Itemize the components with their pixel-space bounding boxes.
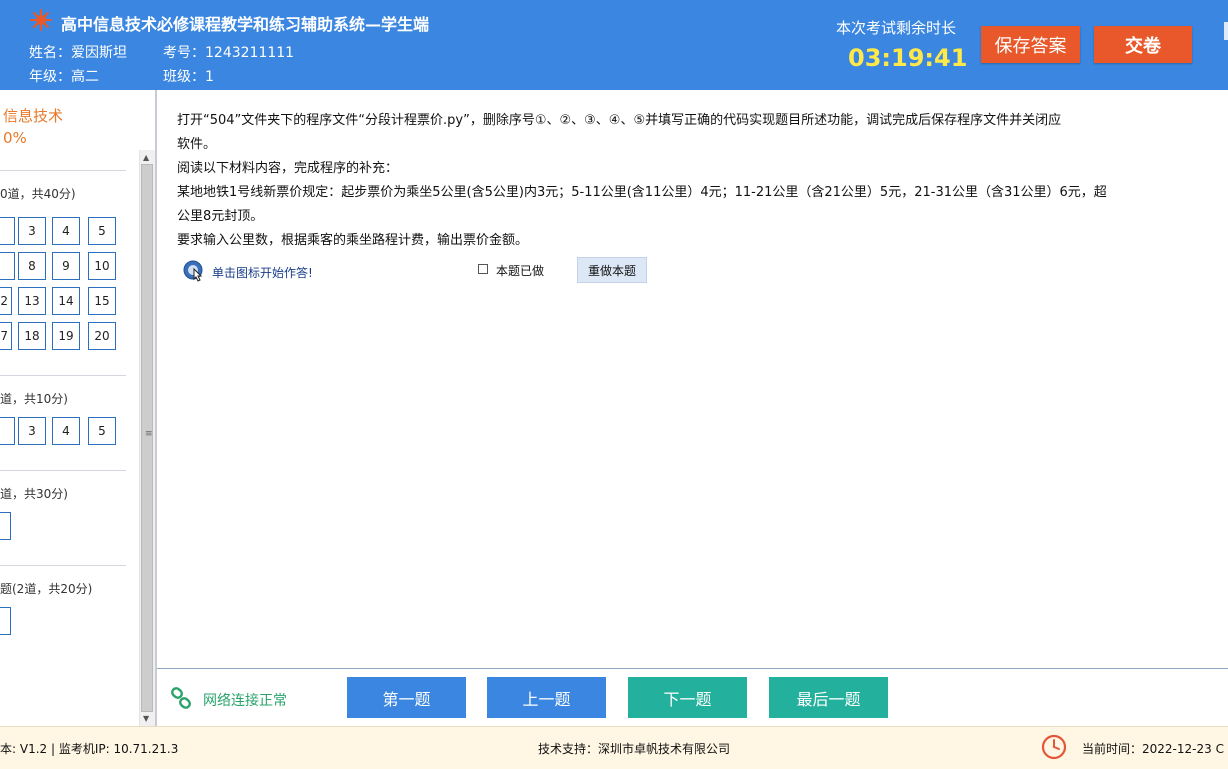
question-number-box[interactable]: 19 [52, 322, 80, 350]
link-icon [171, 687, 191, 709]
tech-support: 技术支持：深圳市卓帆技术有限公司 [538, 742, 731, 756]
snowflake-logo-icon [30, 9, 52, 31]
question-number-box[interactable] [0, 607, 11, 635]
question-number-box[interactable]: 15 [88, 287, 116, 315]
scroll-up-arrow-icon[interactable]: ▲ [143, 153, 149, 162]
id-label: 考号： [163, 45, 205, 61]
grip-icon: ≡ [145, 429, 153, 439]
hand-pointer-icon[interactable] [183, 260, 205, 282]
current-time-value: 2022-12-23 C [1142, 742, 1224, 756]
student-id: 考号：1243211111 [163, 42, 294, 62]
question-number-box[interactable]: 5 [88, 417, 116, 445]
question-nav-bar: 网络连接正常 第一题 上一题 下一题 最后一题 [157, 669, 1228, 726]
name-value: 爱因斯坦 [71, 45, 127, 61]
progress-percent: 0% [3, 129, 27, 147]
class-value: 1 [205, 69, 214, 85]
question-number-box[interactable]: 4 [52, 417, 80, 445]
question-number-box[interactable]: 4 [52, 217, 80, 245]
grade-value: 高二 [71, 69, 99, 85]
previous-question-button[interactable]: 上一题 [487, 677, 606, 718]
question-number-box[interactable] [0, 417, 15, 445]
question-number-box[interactable] [0, 217, 15, 245]
section-divider [0, 565, 126, 566]
countdown-timer: 03:19:41 [848, 44, 968, 72]
section-divider [0, 375, 126, 376]
question-number-box[interactable]: 9 [52, 252, 80, 280]
question-done-checkbox[interactable] [478, 264, 488, 274]
question-number-box[interactable]: 20 [88, 322, 116, 350]
question-number-box[interactable]: 5 [88, 217, 116, 245]
scrollbar-thumb[interactable]: ≡ [141, 164, 153, 712]
save-answer-button[interactable]: 保存答案 [981, 26, 1080, 63]
submit-exam-button[interactable]: 交卷 [1094, 26, 1192, 63]
student-name: 姓名：爱因斯坦 [29, 42, 127, 62]
name-label: 姓名： [29, 45, 71, 61]
question-text-line: 某地地铁1号线新票价规定：起步票价为乘坐5公里(含5公里)内3元；5-11公里(… [177, 185, 1107, 200]
section-header: 0道，共40分) [0, 187, 76, 201]
last-question-button[interactable]: 最后一题 [769, 677, 888, 718]
question-number-box[interactable]: 7 [0, 322, 12, 350]
first-question-button[interactable]: 第一题 [347, 677, 466, 718]
header-edge [1224, 22, 1228, 40]
question-number-box[interactable]: 13 [18, 287, 46, 315]
student-grade: 年级：高二 [29, 66, 99, 86]
question-number-box[interactable]: 10 [88, 252, 116, 280]
question-text-line: 软件。 [177, 137, 217, 152]
scroll-down-arrow-icon[interactable]: ▼ [143, 714, 149, 723]
section-divider [0, 470, 126, 471]
question-text-line: 公里8元封顶。 [177, 209, 264, 224]
sidebar-scrollbar[interactable]: ▲ ≡ ▼ [139, 150, 155, 726]
status-bar: 本: V1.2 | 监考机IP: 10.71.21.3 技术支持：深圳市卓帆技术… [0, 726, 1228, 769]
remaining-time-label: 本次考试剩余时长 [836, 19, 957, 37]
question-text-line: 要求输入公里数，根据乘客的乘坐路程计费，输出票价金额。 [177, 233, 529, 248]
current-time-label: 当前时间： [1082, 742, 1143, 756]
next-question-button[interactable]: 下一题 [628, 677, 747, 718]
student-class: 班级：1 [163, 66, 214, 86]
subject-name: 信息技术 [3, 107, 64, 125]
id-value: 1243211111 [205, 45, 295, 61]
start-answer-link[interactable]: 单击图标开始作答! [212, 264, 313, 281]
question-number-box[interactable]: 14 [52, 287, 80, 315]
section-header: 道，共10分) [0, 392, 68, 406]
question-number-box[interactable]: 8 [18, 252, 46, 280]
section-header: 道，共30分) [0, 487, 68, 501]
question-text-line: 阅读以下材料内容，完成程序的补充： [177, 161, 399, 176]
question-number-box[interactable] [0, 512, 11, 540]
app-header: 高中信息技术必修课程教学和练习辅助系统—学生端 姓名：爱因斯坦 考号：12432… [0, 0, 1228, 90]
app-title: 高中信息技术必修课程教学和练习辅助系统—学生端 [61, 15, 430, 34]
question-number-box[interactable]: 18 [18, 322, 46, 350]
class-label: 班级： [163, 69, 205, 85]
current-time: 当前时间：2022-12-23 C [1082, 740, 1224, 757]
question-number-box[interactable]: 2 [0, 287, 12, 315]
question-number-box[interactable]: 3 [18, 217, 46, 245]
question-done-label: 本题已做 [496, 264, 545, 278]
question-number-box[interactable] [0, 252, 15, 280]
question-text-line: 打开“504”文件夹下的程序文件“分段计程票价.py”，删除序号①、②、③、④、… [177, 113, 1062, 128]
version-info: 本: V1.2 | 监考机IP: 10.71.21.3 [0, 742, 179, 756]
section-header: 题(2道，共20分) [0, 582, 93, 596]
section-divider [0, 170, 126, 171]
question-number-box[interactable]: 3 [18, 417, 46, 445]
clock-icon [1041, 734, 1067, 760]
network-status: 网络连接正常 [203, 693, 287, 709]
question-area: 打开“504”文件夹下的程序文件“分段计程票价.py”，删除序号①、②、③、④、… [157, 90, 1228, 669]
redo-question-button[interactable]: 重做本题 [577, 257, 647, 283]
question-nav-panel: 信息技术 0% 0道，共40分) 3 4 5 8 9 10 2 13 14 15… [0, 90, 155, 726]
grade-label: 年级： [29, 69, 71, 85]
